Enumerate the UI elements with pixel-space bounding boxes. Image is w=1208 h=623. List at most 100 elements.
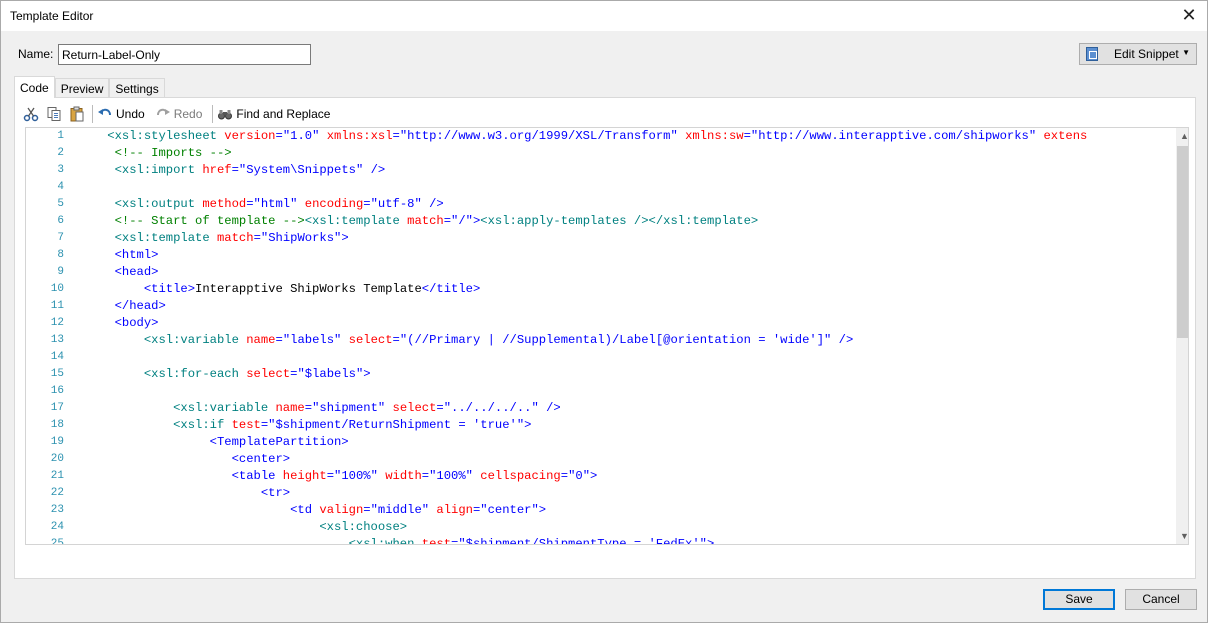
code-token: ="100%" [326,469,386,483]
code-line: <xsl:template match="ShipWorks"> [78,230,1176,247]
code-token: ="http://www.interapptive.com/shipworks" [743,129,1044,143]
line-number: 20 [50,453,64,465]
code-token: <xsl:apply-templates /> [480,214,649,228]
code-token: name [275,401,305,415]
code-token: ="System\Snippets" /> [231,163,386,177]
line-number: 25 [50,538,64,545]
code-token: <xsl:variable [143,333,247,347]
scroll-down-icon[interactable]: ▼ [1176,528,1188,544]
code-line: <body> [78,315,1176,332]
title-bar: Template Editor ✕ [1,1,1207,31]
code-token: <tr> [260,486,291,500]
code-line: <xsl:choose> [78,519,1176,536]
code-line: <!-- Start of template --><xsl:template … [78,213,1176,230]
line-number: 22 [50,487,64,499]
code-token: ="ShipWorks"> [253,231,349,245]
code-token: <!-- Imports --> [114,146,232,160]
code-line: <table height="100%" width="100%" cellsp… [78,468,1176,485]
redo-icon [155,106,171,122]
code-token: xmlns:xsl [326,129,393,143]
find-and-replace-label: Find and Replace [236,107,331,121]
line-number: 14 [50,351,64,363]
binoculars-icon [217,106,233,122]
code-token: <xsl:import [114,163,203,177]
code-token: <xsl:for-each [143,367,247,381]
tab-strip: Code Preview Settings [14,76,165,98]
line-number: 17 [50,402,64,414]
code-token: ="$labels"> [290,367,371,381]
code-token: align [436,503,473,517]
edit-snippet-label: Edit Snippet [1114,47,1179,61]
undo-button[interactable]: Undo [97,106,145,122]
redo-label: Redo [173,107,203,121]
redo-button[interactable]: Redo [155,106,203,122]
chevron-down-icon: ▼ [1182,48,1190,57]
code-token: <xsl:stylesheet [107,129,225,143]
code-line: <xsl:variable name="labels" select="(//P… [78,332,1176,349]
code-panel: Undo Redo Find and Replace 1 2 3 4 5 6 7 8 9 10 11… [14,97,1196,579]
name-label: Name: [18,47,54,61]
line-number: 15 [50,368,64,380]
cut-icon[interactable] [23,106,39,122]
code-token: <xsl:if [173,418,232,432]
code-area[interactable]: <xsl:stylesheet version="1.0" xmlns:xsl=… [78,128,1176,545]
code-token: <td [290,503,320,517]
code-token: </head> [114,299,166,313]
code-editor[interactable]: 1 2 3 4 5 6 7 8 9 10 11 12 13 14 15 16 17 18 19 20 21 22 23 24 2… [25,127,1189,545]
find-and-replace-button[interactable]: Find and Replace [217,106,330,122]
code-token: <table [231,469,283,483]
cancel-button[interactable]: Cancel [1125,589,1197,610]
code-token: ="100%" [421,469,481,483]
code-token: <head> [114,265,159,279]
close-icon[interactable]: ✕ [1179,5,1199,25]
line-number: 10 [50,283,64,295]
code-token: method [202,197,247,211]
line-number: 6 [57,215,64,227]
code-token: width [385,469,422,483]
vertical-scrollbar[interactable]: ▲ ▼ [1176,128,1188,544]
snippet-icon [1086,47,1098,61]
code-token: test [231,418,261,432]
code-line: <title>Interapptive ShipWorks Template</… [78,281,1176,298]
line-number: 12 [50,317,64,329]
code-token: name [246,333,276,347]
code-line: <TemplatePartition> [78,434,1176,451]
code-token: ="$shipment/ReturnShipment = 'true'"> [260,418,532,432]
vertical-scroll-thumb[interactable] [1177,146,1188,338]
edit-snippet-button[interactable]: Edit Snippet ▼ [1079,43,1197,65]
code-token: test [421,537,452,545]
code-token: <xsl:variable [173,401,276,415]
name-input[interactable] [58,44,311,65]
code-token: <xsl:choose> [319,520,408,534]
copy-icon[interactable] [46,106,62,122]
scroll-up-icon[interactable]: ▲ [1176,128,1188,145]
code-token: <xsl:template [114,231,217,245]
tab-settings[interactable]: Settings [109,78,165,98]
tab-preview[interactable]: Preview [54,78,110,98]
tab-code[interactable]: Code [14,76,55,98]
code-line: <td valign="middle" align="center"> [78,502,1176,519]
line-number: 2 [57,147,64,159]
line-number: 21 [50,470,64,482]
save-button[interactable]: Save [1043,589,1115,610]
code-token: ="http://www.w3.org/1999/XSL/Transform" [392,129,686,143]
paste-icon[interactable] [69,106,85,122]
code-token: <center> [231,452,291,466]
toolbar-separator [212,105,214,123]
line-number: 1 [57,130,64,142]
